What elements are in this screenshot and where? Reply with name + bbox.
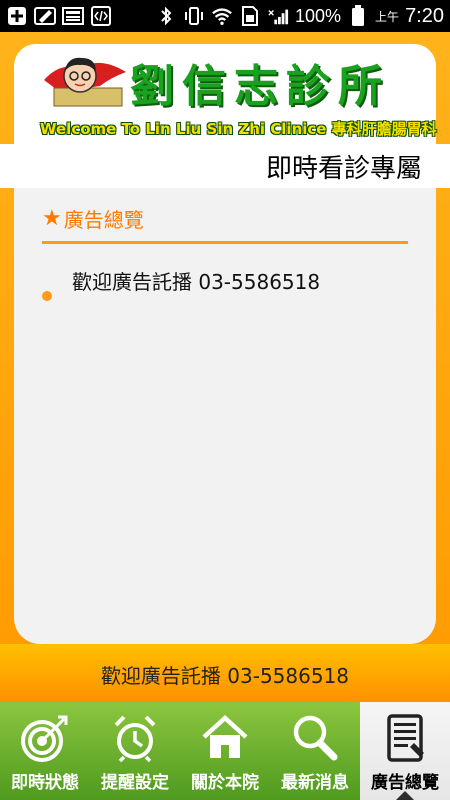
wifi-icon — [211, 6, 233, 26]
magnifier-icon — [289, 712, 341, 764]
star-icon: ★ — [42, 206, 62, 231]
bluetooth-icon — [155, 6, 177, 26]
add-icon — [6, 6, 28, 26]
nav-label: 廣告總覽 — [371, 773, 439, 793]
nav-item-news[interactable]: 最新消息 — [270, 702, 360, 800]
clock: 7:20 — [405, 4, 444, 27]
nav-item-status[interactable]: 即時狀態 — [0, 702, 90, 800]
target-icon — [19, 712, 71, 764]
nav-item-about[interactable]: 關於本院 — [180, 702, 270, 800]
battery-percent: 100% — [295, 5, 342, 26]
nav-item-reminder[interactable]: 提醒設定 — [90, 702, 180, 800]
notification-icons — [6, 6, 112, 26]
system-icons: 100% 上午 7:20 — [155, 5, 444, 28]
time-prefix: 上午 — [375, 9, 400, 24]
signal-icon — [267, 6, 289, 26]
bullet-dot-icon — [42, 291, 52, 301]
nav-label: 關於本院 — [191, 773, 259, 793]
welcome-banner: Welcome To Lin Liu Sin Zhi Clinice 專科肝膽腸… — [40, 120, 437, 138]
vibrate-icon — [183, 6, 205, 26]
nav-label: 提醒設定 — [101, 773, 169, 793]
status-bar: 100% 上午 7:20 — [0, 0, 450, 32]
code-icon — [90, 6, 112, 26]
content-panel — [14, 188, 436, 644]
sim-icon — [239, 6, 261, 26]
nav-label: 最新消息 — [281, 773, 349, 793]
list-item[interactable]: 歡迎廣告託播 03-5586518 — [72, 266, 320, 295]
footer-ad-text: 歡迎廣告託播 03-5586518 — [100, 664, 350, 688]
bottom-nav: 即時狀態 提醒設定 關於本院 最新消息 廣告總覽 — [0, 702, 450, 800]
marquee-text: 即時看診專屬 — [266, 154, 423, 184]
tablet-icon — [379, 712, 431, 764]
doctor-mascot-logo — [40, 50, 128, 110]
section-divider — [42, 241, 408, 244]
nav-label: 即時狀態 — [11, 773, 79, 793]
active-indicator — [396, 791, 414, 800]
alarm-clock-icon — [109, 712, 161, 764]
edit-icon — [34, 6, 56, 26]
image-icon — [62, 6, 84, 26]
home-icon — [199, 712, 251, 764]
clinic-name: 劉信志診所 — [130, 61, 390, 112]
section-title: 廣告總覽 — [63, 208, 144, 232]
nav-item-ads[interactable]: 廣告總覽 — [360, 702, 450, 800]
section-header: ★ 廣告總覽 — [42, 204, 144, 233]
battery-icon — [347, 5, 369, 26]
